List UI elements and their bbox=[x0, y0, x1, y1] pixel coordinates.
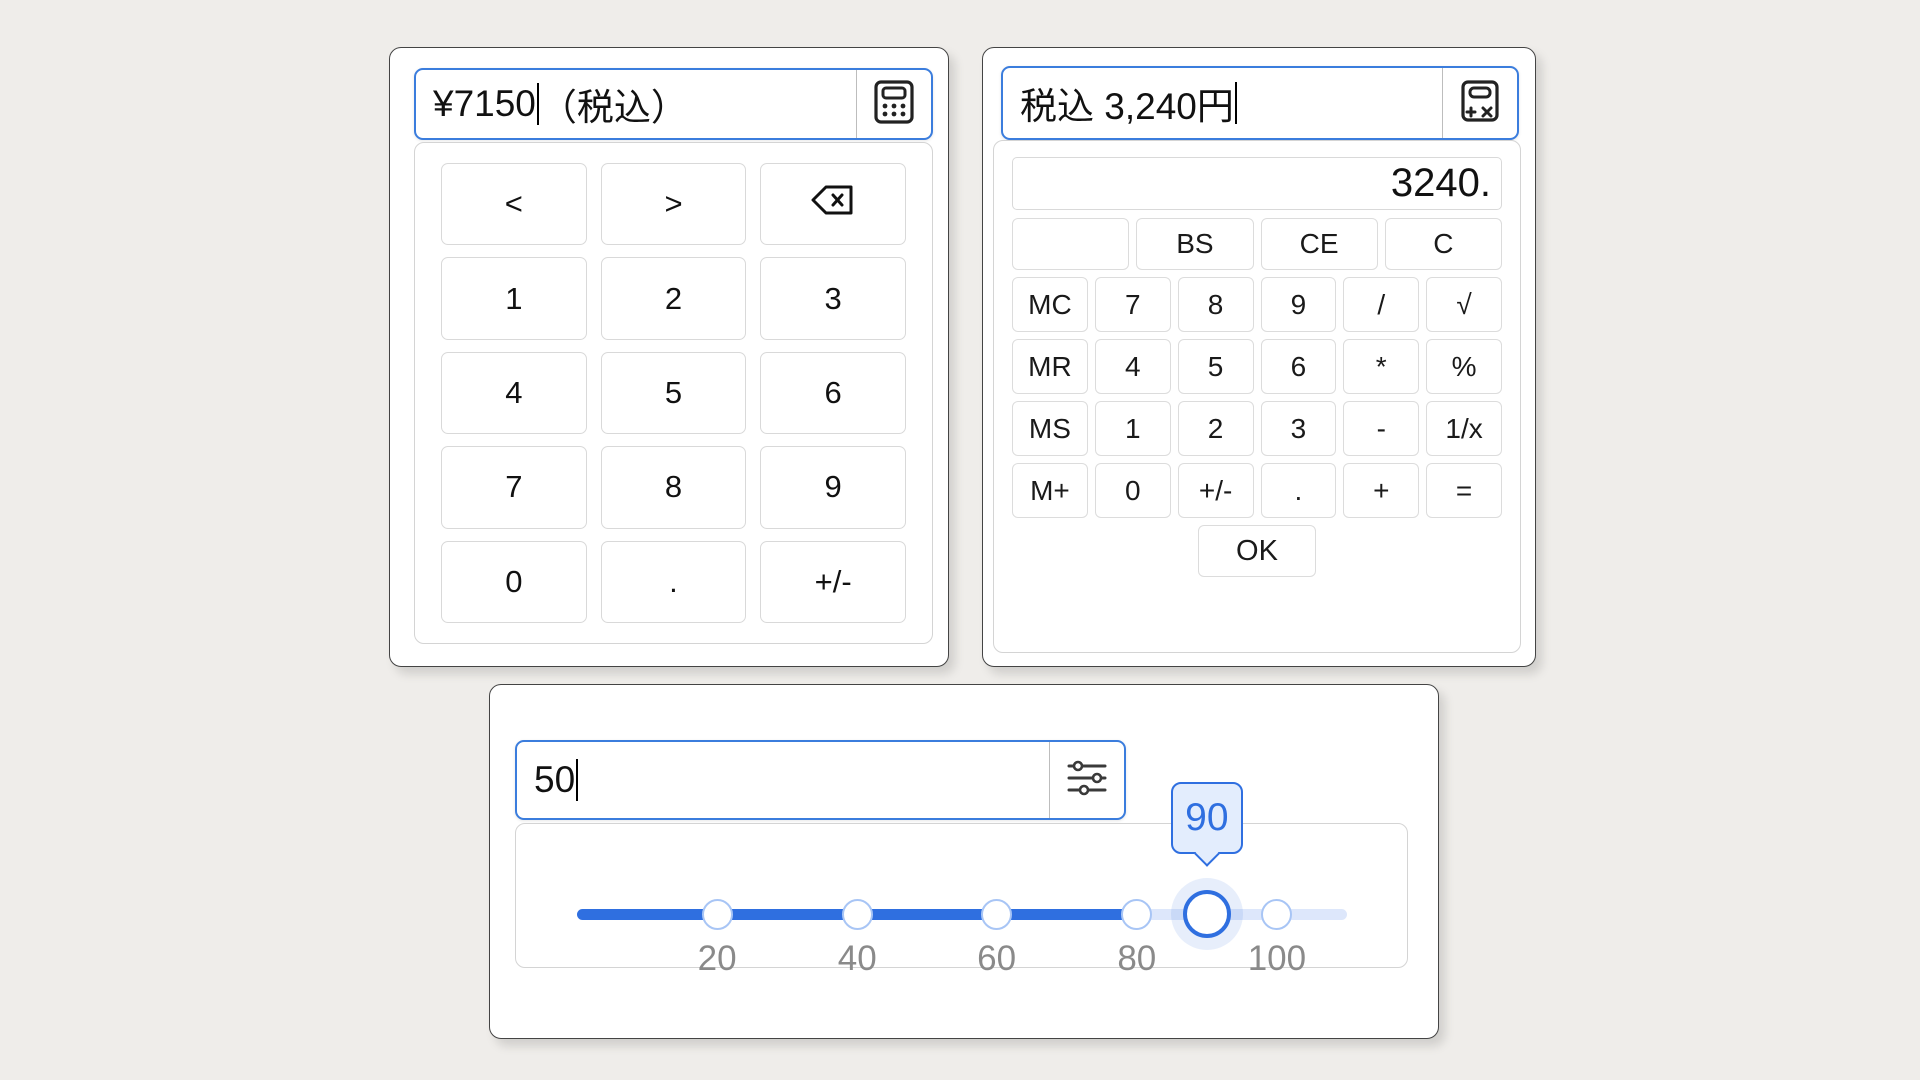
backspace-icon bbox=[811, 184, 855, 224]
slider-tick-label-60: 60 bbox=[977, 939, 1017, 978]
calc-button-multiply[interactable]: * bbox=[1343, 339, 1420, 394]
calc-button-bs[interactable]: BS bbox=[1136, 218, 1254, 270]
text-caret bbox=[536, 83, 539, 125]
ok-button[interactable]: OK bbox=[1198, 525, 1316, 577]
calc-button-4[interactable]: 4 bbox=[1094, 339, 1171, 394]
key-decimal[interactable]: . bbox=[600, 540, 747, 623]
calc-button-1[interactable]: 1 bbox=[1094, 401, 1171, 456]
text-caret bbox=[1234, 82, 1237, 124]
calculator-icon-button[interactable] bbox=[856, 70, 931, 138]
slider-tick-label-100: 100 bbox=[1247, 939, 1307, 978]
sliders-icon bbox=[1065, 758, 1109, 803]
slider-tick-60[interactable] bbox=[981, 899, 1013, 930]
calculator-row-2: MR 4 5 6 * % bbox=[1012, 339, 1502, 394]
calc-button-percent[interactable]: % bbox=[1426, 339, 1502, 394]
calculator-display: 3240. bbox=[1012, 157, 1502, 210]
calc-button-mplus[interactable]: M+ bbox=[1012, 463, 1088, 518]
key-8[interactable]: 8 bbox=[600, 446, 747, 529]
calc-button-ce[interactable]: CE bbox=[1260, 218, 1378, 270]
calc-button-0[interactable]: 0 bbox=[1094, 463, 1171, 518]
calc-button-decimal[interactable]: . bbox=[1260, 463, 1337, 518]
calculator-ok-row: OK bbox=[1012, 525, 1502, 577]
key-3[interactable]: 3 bbox=[760, 257, 906, 340]
calc-button-mc[interactable]: MC bbox=[1012, 277, 1088, 332]
calc-button-c[interactable]: C bbox=[1384, 218, 1502, 270]
calc-button-9[interactable]: 9 bbox=[1260, 277, 1337, 332]
slider-input-text[interactable]: 50 bbox=[517, 742, 1049, 818]
key-1[interactable]: 1 bbox=[441, 257, 587, 340]
slider-tick-label-40: 40 bbox=[837, 939, 877, 978]
keypad-grid: < > 1 2 3 4 5 6 7 8 9 0 . +/- bbox=[414, 142, 933, 644]
key-7[interactable]: 7 bbox=[441, 446, 587, 529]
key-backspace[interactable] bbox=[760, 163, 906, 246]
calc-button-5[interactable]: 5 bbox=[1177, 339, 1254, 394]
calc-button-ms[interactable]: MS bbox=[1012, 401, 1088, 456]
calc-button-equals[interactable]: = bbox=[1426, 463, 1502, 518]
calc-button-blank bbox=[1012, 218, 1130, 270]
slider-value-tooltip: 90 bbox=[1170, 782, 1243, 854]
slider-input-value: 50 bbox=[534, 759, 576, 800]
key-prev[interactable]: < bbox=[441, 163, 587, 246]
slider-tick-40[interactable] bbox=[841, 899, 873, 930]
calc-button-mr[interactable]: MR bbox=[1012, 339, 1088, 394]
key-2[interactable]: 2 bbox=[600, 257, 747, 340]
calc-button-8[interactable]: 8 bbox=[1177, 277, 1254, 332]
calculator-body: 3240. BS CE C MC 7 8 9 / √ MR 4 5 6 * % … bbox=[993, 140, 1521, 653]
key-next[interactable]: > bbox=[600, 163, 747, 246]
key-6[interactable]: 6 bbox=[760, 351, 906, 435]
calculator-icon bbox=[873, 79, 915, 130]
key-0[interactable]: 0 bbox=[441, 540, 587, 623]
calc-button-sqrt[interactable]: √ bbox=[1426, 277, 1502, 332]
slider-tick-label-20: 20 bbox=[697, 939, 737, 978]
calculator-row-top: BS CE C bbox=[1012, 218, 1502, 270]
calc-button-reciprocal[interactable]: 1/x bbox=[1426, 401, 1502, 456]
keypad-input-value-suffix: （税込） bbox=[539, 87, 688, 128]
slider-tick-80[interactable] bbox=[1121, 899, 1153, 930]
slider-handle[interactable] bbox=[1182, 890, 1231, 938]
calc-button-6[interactable]: 6 bbox=[1260, 339, 1337, 394]
calc-button-2[interactable]: 2 bbox=[1177, 401, 1254, 456]
keypad-input-text[interactable]: ¥7150 （税込） bbox=[416, 70, 856, 138]
keypad-input-field[interactable]: ¥7150 （税込） bbox=[414, 68, 933, 140]
calc-button-divide[interactable]: / bbox=[1343, 277, 1420, 332]
key-4[interactable]: 4 bbox=[441, 351, 587, 435]
calculator-row-4: M+ 0 +/- . + = bbox=[1012, 463, 1502, 518]
calc-button-sign[interactable]: +/- bbox=[1177, 463, 1254, 518]
calculator-row-1: MC 7 8 9 / √ bbox=[1012, 277, 1502, 332]
keypad-input-value: ¥7150 bbox=[433, 83, 536, 124]
calc-button-7[interactable]: 7 bbox=[1094, 277, 1171, 332]
calculator-input-text[interactable]: 税込 3,240円 bbox=[1003, 68, 1442, 138]
slider-tick-100[interactable] bbox=[1261, 899, 1293, 930]
calculator-plus-times-icon bbox=[1459, 78, 1501, 129]
calc-button-minus[interactable]: - bbox=[1343, 401, 1420, 456]
slider-control[interactable]: 20 40 60 80 100 90 bbox=[577, 782, 1347, 978]
slider-input-field[interactable]: 50 bbox=[515, 740, 1126, 820]
slider-tick-20[interactable] bbox=[701, 899, 733, 930]
text-caret bbox=[576, 759, 579, 801]
key-sign[interactable]: +/- bbox=[760, 540, 906, 623]
key-5[interactable]: 5 bbox=[600, 351, 747, 435]
key-9[interactable]: 9 bbox=[760, 446, 906, 529]
calculator-input-value: 税込 3,240円 bbox=[1020, 86, 1234, 127]
calculator-input-field[interactable]: 税込 3,240円 bbox=[1001, 66, 1519, 140]
calculator-row-3: MS 1 2 3 - 1/x bbox=[1012, 401, 1502, 456]
slider-track-remaining bbox=[1139, 909, 1347, 920]
calc-button-3[interactable]: 3 bbox=[1260, 401, 1337, 456]
calculator-plus-times-icon-button[interactable] bbox=[1442, 68, 1517, 138]
sliders-icon-button[interactable] bbox=[1049, 742, 1124, 818]
calc-button-plus[interactable]: + bbox=[1343, 463, 1420, 518]
slider-tick-label-80: 80 bbox=[1117, 939, 1157, 978]
